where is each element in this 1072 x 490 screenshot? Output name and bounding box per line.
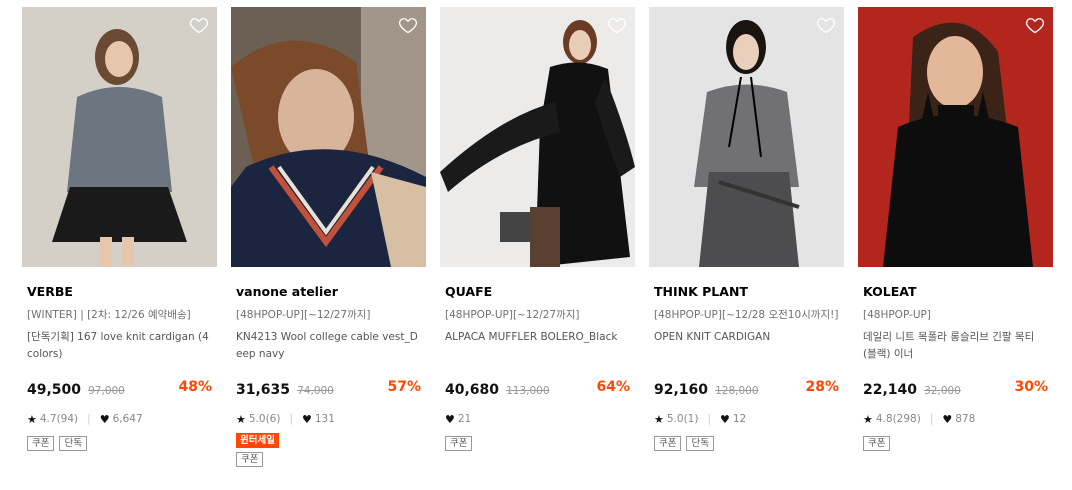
promo-text: [48HPOP-UP][~12/27까지] <box>236 309 371 321</box>
divider: | <box>87 413 91 425</box>
rating-text: 5.0(1) <box>666 413 699 425</box>
star-icon: ★ <box>236 412 246 426</box>
brand-name[interactable]: QUAFE <box>445 284 630 300</box>
product-card[interactable]: VERBE [WINTER] | [2차: 12/26 예약배송] [단독기획]… <box>22 7 217 451</box>
review-like-row: ★ 5.0(6) | ♥ 131 <box>236 411 421 427</box>
heart-icon: ♥ <box>302 412 312 426</box>
divider: | <box>289 413 293 425</box>
tag-label: 단독 <box>686 436 714 451</box>
rating-text: 4.8(298) <box>875 413 921 425</box>
price-row: 49,500 97,000 48% <box>27 379 212 398</box>
tag-list: 쿠폰 단독 <box>654 436 839 451</box>
star-icon: ★ <box>27 412 37 426</box>
promo-text: [WINTER] | [2차: 12/26 예약배송] <box>27 309 191 321</box>
price-row: 22,140 32,000 30% <box>863 379 1048 398</box>
tag-list: 쿠폰 <box>863 436 1048 451</box>
product-image[interactable] <box>22 7 217 267</box>
rating-text: 5.0(6) <box>248 413 281 425</box>
discount-rate: 64% <box>596 379 630 395</box>
heart-icon: ♥ <box>445 412 455 426</box>
wishlist-heart-icon[interactable] <box>189 15 209 35</box>
original-price: 32,000 <box>924 385 961 397</box>
review-like-row: ♥ 21 <box>445 411 630 427</box>
brand-name[interactable]: THINK PLANT <box>654 284 839 300</box>
wishlist-heart-icon[interactable] <box>398 15 418 35</box>
product-name[interactable]: [단독기획] 167 love knit cardigan (4 colors) <box>27 329 212 363</box>
product-image[interactable] <box>440 7 635 267</box>
product-thumbnail[interactable] <box>22 7 217 267</box>
original-price: 74,000 <box>297 385 334 397</box>
tag-list: 쿠폰 단독 <box>27 436 212 451</box>
rating-text: 4.7(94) <box>39 413 79 425</box>
product-card[interactable]: vanone atelier [48HPOP-UP][~12/27까지] KN4… <box>231 7 426 467</box>
discount-rate: 28% <box>805 379 839 395</box>
sale-price: 49,500 <box>27 382 82 398</box>
sale-price: 22,140 <box>863 382 918 398</box>
product-card[interactable]: KOLEAT [48HPOP-UP] 데일리 니트 목폴라 롱슬리브 긴팔 목티… <box>858 7 1053 451</box>
promo-text: [48HPOP-UP] <box>863 309 931 321</box>
like-count: 878 <box>955 413 976 425</box>
original-price: 113,000 <box>506 385 550 397</box>
brand-name[interactable]: KOLEAT <box>863 284 1048 300</box>
product-thumbnail[interactable] <box>231 7 426 267</box>
original-price: 97,000 <box>88 385 125 397</box>
product-name[interactable]: 데일리 니트 목폴라 롱슬리브 긴팔 목티 (블랙) 이너 <box>863 329 1048 363</box>
heart-icon: ♥ <box>942 412 953 426</box>
product-image[interactable] <box>858 7 1053 267</box>
tag-list: 쿠폰 <box>445 436 630 451</box>
heart-icon: ♥ <box>720 412 730 426</box>
discount-rate: 48% <box>178 379 212 395</box>
tag-label: 쿠폰 <box>445 436 473 451</box>
product-name[interactable]: ALPACA MUFFLER BOLERO_Black <box>445 329 630 363</box>
brand-name[interactable]: vanone atelier <box>236 284 421 300</box>
promo-text: [48HPOP-UP][~12/28 오전10시까지!] <box>654 309 839 321</box>
price-row: 92,160 128,000 28% <box>654 379 839 398</box>
review-like-row: ★ 4.7(94) | ♥ 6,647 <box>27 411 212 427</box>
star-icon: ★ <box>863 412 873 426</box>
like-count: 6,647 <box>112 413 143 425</box>
product-image[interactable] <box>231 7 426 267</box>
wishlist-heart-icon[interactable] <box>1025 15 1045 35</box>
product-card[interactable]: QUAFE [48HPOP-UP][~12/27까지] ALPACA MUFFL… <box>440 7 635 451</box>
wishlist-heart-icon[interactable] <box>607 15 627 35</box>
price-row: 40,680 113,000 64% <box>445 379 630 398</box>
star-icon: ★ <box>654 412 664 426</box>
sale-price: 92,160 <box>654 382 709 398</box>
sale-price: 40,680 <box>445 382 500 398</box>
wishlist-heart-icon[interactable] <box>816 15 836 35</box>
product-image[interactable] <box>649 7 844 267</box>
tag-label: 쿠폰 <box>863 436 891 451</box>
tag-label: 쿠폰 <box>654 436 682 451</box>
product-card[interactable]: THINK PLANT [48HPOP-UP][~12/28 오전10시까지!]… <box>649 7 844 451</box>
tag-label: 단독 <box>59 436 87 451</box>
discount-rate: 30% <box>1014 379 1048 395</box>
like-count: 131 <box>314 413 335 425</box>
product-name[interactable]: OPEN KNIT CARDIGAN <box>654 329 839 363</box>
tag-list: 쿠폰 <box>236 452 421 467</box>
divider: | <box>707 413 711 425</box>
price-row: 31,635 74,000 57% <box>236 379 421 398</box>
sale-price: 31,635 <box>236 382 291 398</box>
like-count: 12 <box>732 413 747 425</box>
original-price: 128,000 <box>715 385 759 397</box>
product-thumbnail[interactable] <box>649 7 844 267</box>
divider: | <box>929 413 934 425</box>
discount-rate: 57% <box>387 379 421 395</box>
tag-label: 쿠폰 <box>236 452 264 467</box>
review-like-row: ★ 5.0(1) | ♥ 12 <box>654 411 839 427</box>
heart-icon: ♥ <box>99 412 110 426</box>
brand-name[interactable]: VERBE <box>27 284 212 300</box>
like-count: 21 <box>457 413 472 425</box>
tag-label: 쿠폰 <box>27 436 55 451</box>
sale-badge: 윈터세일 <box>236 433 279 448</box>
review-like-row: ★ 4.8(298) | ♥ 878 <box>863 411 1048 427</box>
product-thumbnail[interactable] <box>858 7 1053 267</box>
product-name[interactable]: KN4213 Wool college cable vest_Deep navy <box>236 329 421 363</box>
promo-text: [48HPOP-UP][~12/27까지] <box>445 309 580 321</box>
product-thumbnail[interactable] <box>440 7 635 267</box>
